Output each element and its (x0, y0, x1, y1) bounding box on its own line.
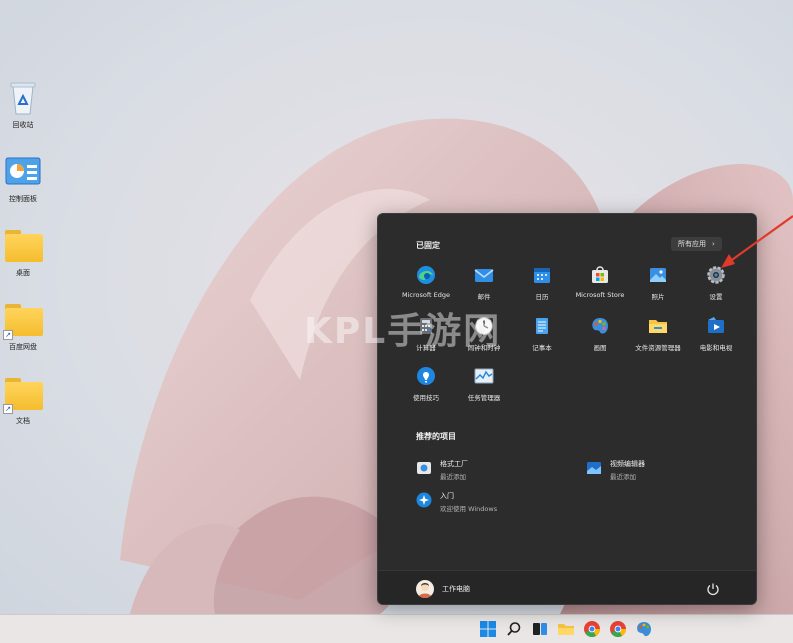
taskbar (0, 614, 793, 643)
desktop-icon-label: 文档 (16, 417, 30, 425)
calendar-icon (532, 265, 552, 285)
pinned-app-tips[interactable]: 使用技巧 (397, 365, 455, 409)
paint-icon (590, 316, 610, 336)
store-icon (590, 265, 610, 285)
pinned-app-movies-tv[interactable]: 电影和电视 (687, 315, 745, 359)
desktop-icon-recycle-bin[interactable]: 回收站 (0, 80, 46, 130)
folder-icon (3, 228, 43, 264)
pinned-app-label: 闹钟和时钟 (467, 344, 501, 352)
desktop-icon-control-panel[interactable]: 控制面板 (0, 154, 46, 204)
desktop-icon-folder-shortcut[interactable]: ↗ 文档 (0, 376, 46, 426)
shortcut-arrow-icon: ↗ (3, 330, 13, 340)
pinned-app-label: 电影和电视 (699, 344, 733, 352)
tips-icon (416, 366, 436, 386)
windows-logo-icon (480, 621, 496, 637)
file-explorer-icon (648, 316, 668, 336)
pinned-app-calculator[interactable]: 计算器 (397, 315, 455, 359)
paint-icon[interactable] (635, 620, 653, 638)
pinned-app-label: 文件资源管理器 (635, 344, 681, 352)
recommended-heading: 推荐的项目 (416, 432, 456, 441)
calculator-icon (416, 316, 436, 336)
desktop-icon-label: 控制面板 (9, 195, 37, 203)
pinned-app-label: 使用技巧 (413, 394, 439, 402)
start-menu: 已固定 所有应用 › Microsoft Edge 邮件 日历 Microsof… (377, 213, 757, 605)
pinned-app-label: 任务管理器 (467, 394, 501, 402)
recycle-bin-icon (3, 80, 43, 116)
pinned-app-label: Microsoft Store (575, 291, 625, 299)
pinned-app-label: 记事本 (532, 344, 552, 352)
file-explorer-icon[interactable] (557, 620, 575, 638)
recommended-title: 入门 (440, 492, 454, 500)
pinned-app-label: 设置 (709, 293, 723, 301)
pinned-app-label: Microsoft Edge (401, 291, 450, 299)
notepad-icon (532, 316, 552, 336)
desktop-icon-folder-shortcut[interactable]: ↗ 百度网盘 (0, 302, 46, 352)
pinned-heading: 已固定 (416, 241, 440, 250)
start-button[interactable] (479, 620, 497, 638)
clock-icon (474, 316, 494, 336)
task-view-icon[interactable] (531, 620, 549, 638)
search-icon[interactable] (505, 620, 523, 638)
all-apps-label: 所有应用 (678, 240, 706, 248)
pinned-app-notepad[interactable]: 记事本 (513, 315, 571, 359)
pinned-app-label: 邮件 (477, 293, 491, 301)
movies-tv-icon (706, 316, 726, 336)
format-factory-icon (416, 460, 432, 476)
pinned-app-task-manager[interactable]: 任务管理器 (455, 365, 513, 409)
recommended-title: 视频编辑器 (610, 460, 645, 468)
desktop-icon-label: 桌面 (16, 269, 30, 277)
folder-icon: ↗ (3, 376, 43, 414)
desktop-icon-label: 百度网盘 (9, 343, 37, 351)
avatar[interactable] (416, 580, 434, 598)
pinned-app-file-explorer[interactable]: 文件资源管理器 (629, 315, 687, 359)
task-manager-icon (474, 366, 494, 386)
desktop-icon-folder[interactable]: 桌面 (0, 228, 46, 278)
pinned-app-clock[interactable]: 闹钟和时钟 (455, 315, 513, 359)
chrome-icon[interactable] (583, 620, 601, 638)
recommended-item[interactable]: 入门 欢迎使用 Windows (416, 491, 497, 513)
annotation-arrow-icon (721, 215, 793, 268)
recommended-item[interactable]: 视频编辑器 最近添加 (586, 459, 645, 481)
recommended-title: 格式工厂 (440, 460, 468, 468)
pinned-app-calendar[interactable]: 日历 (513, 264, 571, 308)
pinned-app-label: 画图 (593, 344, 607, 352)
recommended-item[interactable]: 格式工厂 最近添加 (416, 459, 468, 481)
desktop-icon-label: 回收站 (12, 121, 34, 129)
pinned-app-mail[interactable]: 邮件 (455, 264, 513, 308)
control-panel-icon (3, 154, 43, 190)
shortcut-arrow-icon: ↗ (3, 404, 13, 414)
power-icon[interactable] (706, 581, 720, 596)
pinned-app-store[interactable]: Microsoft Store (571, 264, 629, 308)
pinned-app-label: 日历 (535, 293, 549, 301)
edge-icon (416, 265, 436, 285)
pinned-app-paint[interactable]: 画图 (571, 315, 629, 359)
pinned-app-edge[interactable]: Microsoft Edge (397, 264, 455, 308)
recommended-subtitle: 最近添加 (610, 473, 636, 481)
recommended-subtitle: 欢迎使用 Windows (440, 505, 498, 513)
user-name[interactable]: 工作电脑 (442, 584, 470, 594)
start-menu-footer: 工作电脑 (378, 570, 756, 604)
get-started-icon (416, 492, 432, 508)
photos-icon (648, 265, 668, 285)
pinned-app-label: 计算器 (416, 344, 436, 352)
pinned-app-photos[interactable]: 照片 (629, 264, 687, 308)
video-editor-icon (586, 460, 602, 476)
mail-icon (474, 265, 494, 285)
recommended-subtitle: 最近添加 (440, 473, 466, 481)
chrome-icon[interactable] (609, 620, 627, 638)
folder-icon: ↗ (3, 302, 43, 340)
pinned-app-label: 照片 (651, 293, 665, 301)
